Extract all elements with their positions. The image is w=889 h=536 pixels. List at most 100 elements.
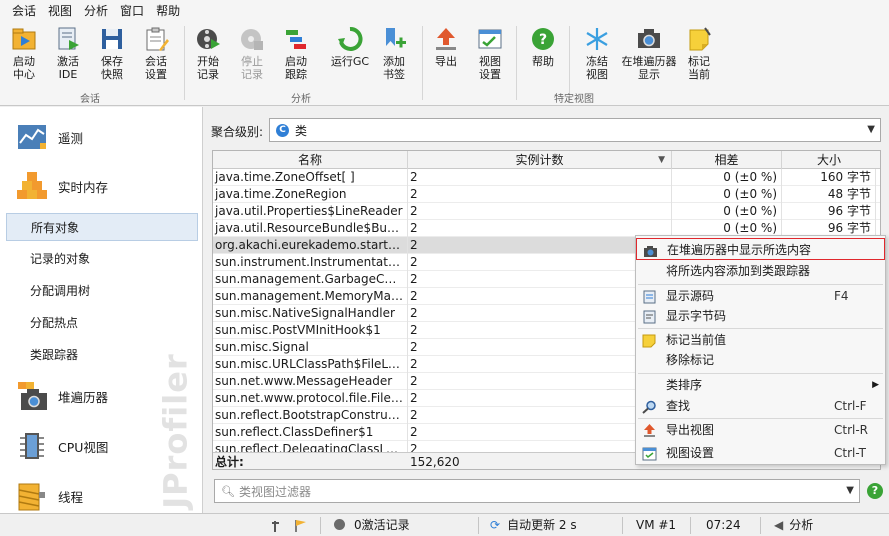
start-center-button[interactable]: 启动 中心 [2,24,46,90]
jprofiler-watermark: JProfiler [148,352,202,512]
auto-update-indicator[interactable]: ⟳ 自动更新 2 s [490,514,577,536]
menu-item-remove-mark[interactable]: 移除标记 [636,349,885,371]
menu-item-add-to-class-tracker[interactable]: 将所选内容添加到类跟踪器 [636,260,885,282]
nav-live-memory[interactable]: 实时内存 [0,163,202,209]
toolbar-separator [184,26,185,100]
cell-name: sun.management.GarbageCollectorImpl [213,271,408,288]
chevron-right-icon: ▶ [872,380,879,390]
toolbar: 启动 中心 激活 IDE 保存 快照 会话 设置 会话 开始 记录 停止 记录 [0,22,889,106]
cell-name: sun.net.www.protocol.file.FileURLConnect… [215,390,408,407]
start-tracking-button[interactable]: 启动 跟踪 [274,24,318,90]
nav-telemetry-label: 遥测 [58,130,84,146]
start-center-label: 启动 中心 [13,55,35,81]
cell-difference: 0 (±0 %) [672,169,782,186]
show-in-heap-walker-button[interactable]: 在堆遍历器 显示 [619,24,679,90]
class-view-filter-input[interactable]: 🔍︎ 类视图过滤器 ▼ [214,479,860,503]
nav-alloc-hotspots[interactable]: 分配热点 [6,309,198,337]
stop-recording-button[interactable]: 停止 记录 [230,24,274,90]
cell-instance-count: 2 [408,169,672,186]
cpu-chip-icon [16,430,48,462]
profiling-mode-indicator: ◀ 分析 [774,514,813,536]
menu-item-sort-classes[interactable]: 类排序 ▶ [636,374,885,396]
nav-all-objects[interactable]: 所有对象 [6,213,198,241]
column-header-instance-count-label: 实例计数 [515,153,564,167]
menu-item-export-view[interactable]: 导出视图 Ctrl-R [636,419,885,441]
menu-item-view-settings[interactable]: 视图设置 Ctrl-T [636,442,885,464]
sticky-note-icon [642,333,657,348]
export-button[interactable]: 导出 [424,24,468,90]
help-label: 帮助 [532,55,554,68]
help-button[interactable]: ? 帮助 [521,24,565,90]
flag-icon[interactable] [294,514,308,536]
menu-profiling[interactable]: 分析 [78,0,114,22]
cell-size: 48 字节 [782,186,876,203]
cell-name: sun.misc.URLClassPath$FileLoader [215,356,408,373]
menu-item-show-bytecode[interactable]: 显示字节码 [636,305,885,327]
activate-ide-button[interactable]: 激活 IDE [46,24,90,90]
session-settings-button[interactable]: 会话 设置 [134,24,178,90]
menu-item-find[interactable]: 查找 Ctrl-F [636,395,885,417]
column-header-instance-count[interactable]: 实例计数 ▼ [408,151,672,169]
view-settings-icon [477,26,503,52]
record-reel-icon [195,26,221,52]
menu-item-show-in-heap-walker[interactable]: 在堆遍历器中显示所选内容 [636,238,885,260]
group-label-session: 会话 [80,94,100,105]
auto-update-label: 自动更新 2 s [507,518,577,532]
menu-item-label: 将所选内容添加到类跟踪器 [666,264,811,278]
table-row[interactable]: java.util.Properties$LineReader 2 0 (±0 %)… [213,203,880,220]
cell-name: java.time.ZoneOffset[ ] [213,169,408,186]
table-row[interactable]: java.time.ZoneRegion 2 0 (±0 %) 48 字节 [213,186,880,203]
record-dot-icon [334,519,345,530]
nav-alloc-call-tree[interactable]: 分配调用树 [6,277,198,305]
start-recording-button[interactable]: 开始 记录 [186,24,230,90]
add-bookmark-button[interactable]: 添加 书签 [372,24,416,90]
snowflake-icon [584,26,610,52]
sort-descending-icon: ▼ [658,155,665,165]
footer-total-count: 152,620 [410,455,460,469]
menu-help[interactable]: 帮助 [150,0,186,22]
menu-item-mark-current[interactable]: 标记当前值 [636,329,885,351]
cell-name: java.util.ResourceBundle$BundleReference [213,220,408,237]
nav-telemetry[interactable]: 遥测 [0,114,202,160]
stop-recording-label: 停止 记录 [241,55,263,81]
aggregation-select[interactable]: C 类 ▼ [269,118,881,142]
column-header-name[interactable]: 名称 [213,151,408,169]
menu-item-shortcut: Ctrl-F [834,399,867,413]
cell-name: sun.reflect.BootstrapConstructorAccessor… [215,407,408,424]
cell-instance-count: 2 [408,186,672,203]
run-gc-button[interactable]: 运行GC [326,24,374,90]
help-icon: ? [530,26,556,52]
column-header-difference[interactable]: 相差 [672,151,782,169]
profiling-mode-label: 分析 [789,518,814,532]
stop-reel-icon [239,26,265,52]
chevron-down-icon[interactable]: ▼ [846,485,854,496]
floppy-icon [99,26,125,52]
heap-walker-icon [16,380,48,412]
menu-view[interactable]: 视图 [42,0,78,22]
cell-instance-count: 2 [408,424,672,441]
status-bar: 0激活记录 ⟳ 自动更新 2 s VM #1 07:24 ◀ 分析 [0,513,889,536]
menu-item-show-source[interactable]: 显示源码 F4 [636,285,885,307]
view-settings-button[interactable]: 视图 设置 [468,24,512,90]
freeze-view-button[interactable]: 冻结 视图 [575,24,619,90]
save-snapshot-button[interactable]: 保存 快照 [90,24,134,90]
mark-current-button[interactable]: 标记 当前 [677,24,721,90]
help-icon[interactable]: ? [867,483,883,499]
toolbar-separator [422,26,423,100]
cell-instance-count: 2 [408,339,672,356]
menu-session[interactable]: 会话 [6,0,42,22]
menu-bar: 会话 视图 分析 窗口 帮助 [0,0,889,22]
nav-recorded-objects[interactable]: 记录的对象 [6,245,198,273]
context-menu: 在堆遍历器中显示所选内容 将所选内容添加到类跟踪器 显示源码 F4 显示字节码 … [635,235,886,465]
menu-item-label: 视图设置 [666,446,715,460]
bookmark-plus-icon [381,26,407,52]
column-header-size[interactable]: 大小 [782,151,876,169]
export-arrow-icon [433,26,459,52]
pin-icon[interactable] [272,514,286,536]
cell-instance-count: 2 [408,373,672,390]
activate-ide-label: 激活 IDE [57,55,79,81]
menu-window[interactable]: 窗口 [114,0,150,22]
cell-instance-count: 2 [408,356,672,373]
table-row[interactable]: java.time.ZoneOffset[ ] 2 0 (±0 %) 160 字节 [213,169,880,186]
cell-name: sun.misc.Signal [213,339,408,356]
